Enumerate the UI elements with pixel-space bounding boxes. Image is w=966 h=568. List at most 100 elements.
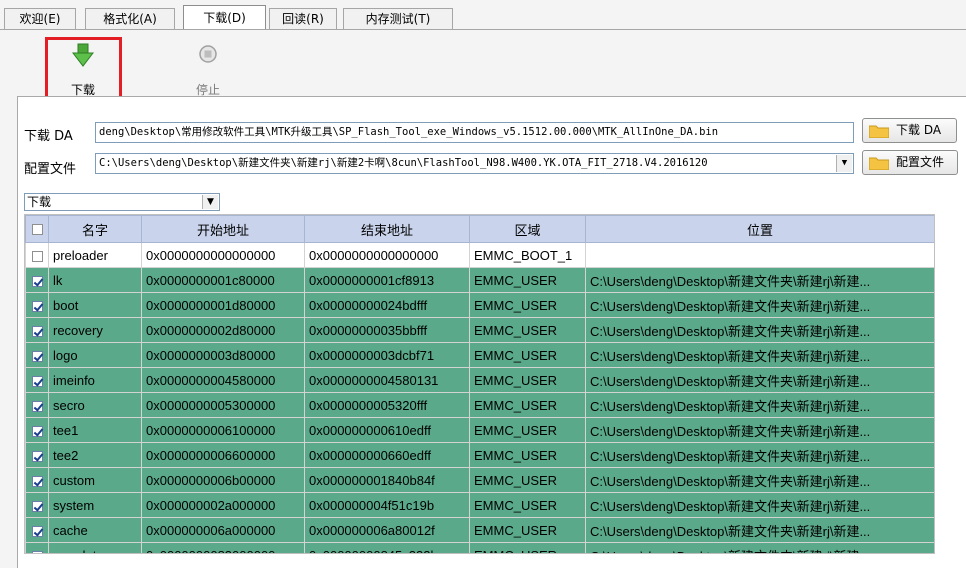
toolbar: 下载 停止 [0,30,966,98]
download-agent-button-label: 下载 DA [896,123,942,137]
cell-end: 0x000000004f51c19b [304,492,470,518]
cell-start: 0x0000000000000000 [141,242,305,268]
cell-name: preloader [48,242,142,268]
cell-name: secro [48,392,142,418]
tab-format[interactable]: 格式化(A) [85,8,175,29]
cell-location: C:\Users\deng\Desktop\新建文件夹\新建rj\新建... [585,417,934,443]
column-header-location: 位置 [585,215,934,243]
tab-download[interactable]: 下载(D) [183,5,266,30]
cell-location: C:\Users\deng\Desktop\新建文件夹\新建rj\新建... [585,442,934,468]
cell-name: system [48,492,142,518]
row-checkbox-cell[interactable] [25,367,49,393]
column-header-end: 结束地址 [304,215,470,243]
row-checkbox-cell[interactable] [25,292,49,318]
cell-name: logo [48,342,142,368]
cell-end: 0x000000000660edff [304,442,470,468]
row-checkbox[interactable] [31,400,43,412]
tab-memory-test[interactable]: 内存测试(T) [343,8,453,29]
cell-start: 0x0000000002d80000 [141,317,305,343]
stop-button[interactable]: 停止 [172,40,244,98]
row-checkbox[interactable] [31,325,43,337]
cell-start: 0x0000000006b00000 [141,467,305,493]
row-checkbox[interactable] [31,450,43,462]
row-checkbox-cell[interactable] [25,517,49,543]
cell-region: EMMC_USER [469,492,586,518]
download-agent-button[interactable]: 下载 DA [862,118,957,143]
cell-start: 0x0000000006100000 [141,417,305,443]
download-mode-select[interactable]: 下载 ▼ [24,193,220,211]
cell-name: tee2 [48,442,142,468]
row-checkbox-cell[interactable] [25,442,49,468]
table-row[interactable]: userdata0x00000000830000000x00000000845c… [25,542,934,553]
cell-end: 0x0000000000000000 [304,242,470,268]
download-mode-value: 下载 [27,195,52,209]
table-row[interactable]: cache 0x000000006a000000 0x000000006a80012… [25,517,934,543]
cell-location: C:\Users\deng\Desktop\新建文件夹\新建rj\新建... [585,367,934,393]
row-checkbox[interactable] [31,525,43,537]
cell-location: C:\Users\deng\Desktop\新建文件夹\新建rj\新建... [585,492,934,518]
table-row[interactable]: secro 0x0000000005300000 0x0000000005320ff… [25,392,934,418]
row-checkbox[interactable] [31,375,43,387]
download-agent-path-field[interactable]: deng\Desktop\常用修改软件工具\MTK升级工具\SP_Flash_T… [95,122,854,143]
cell-region: EMMC_USER [469,442,586,468]
folder-icon [869,157,889,170]
table-row[interactable]: custom 0x0000000006b00000 0x000000001840b8… [25,467,934,493]
row-checkbox-cell[interactable] [25,467,49,493]
cell-end: 0x00000000024bdfff [304,292,470,318]
row-checkbox-cell[interactable] [25,317,49,343]
table-row[interactable]: tee1 0x0000000006100000 0x000000000610edff… [25,417,934,443]
row-checkbox-cell[interactable] [25,492,49,518]
table-row[interactable]: preloader 0x0000000000000000 0x00000000000… [25,242,934,268]
row-checkbox[interactable] [31,475,43,487]
select-all-checkbox-cell[interactable] [25,215,49,243]
row-checkbox[interactable] [31,550,43,553]
cell-location: C:\Users\deng\Desktop\新建文件夹\新建rj\新建... [585,467,934,493]
table-row[interactable]: system 0x000000002a000000 0x000000004f51c1… [25,492,934,518]
table-row[interactable]: lk 0x0000000001c80000 0x0000000001cf8913 EM… [25,267,934,293]
cell-location: C:\Users\deng\Desktop\新建文件夹\新建rj\新建... [585,317,934,343]
row-checkbox-cell[interactable] [25,417,49,443]
row-checkbox[interactable] [31,425,43,437]
cell-location: C:\Users\deng\Desktop\新建文件夹\新建rj\新建... [585,342,934,368]
cell-region: EMMC_USER [469,417,586,443]
cell-region: EMMC_USER [469,342,586,368]
folder-icon [869,125,889,138]
tab-welcome[interactable]: 欢迎(E) [4,8,76,29]
table-row[interactable]: recovery 0x0000000002d80000 0x00000000035b… [25,317,934,343]
cell-region: EMMC_BOOT_1 [469,242,586,268]
table-row[interactable]: boot 0x0000000001d80000 0x00000000024bdfff… [25,292,934,318]
cell-end: 0x0000000003dcbf71 [304,342,470,368]
scatter-file-button[interactable]: 配置文件 [862,150,958,175]
select-all-checkbox[interactable] [31,223,43,235]
cell-end: 0x000000001840b84f [304,467,470,493]
cell-end: 0x00000000845c222b [304,542,470,553]
table-header-row: 名字 开始地址 结束地址 区域 位置 [25,215,934,243]
cell-region: EMMC_USER [469,317,586,343]
row-checkbox-cell[interactable] [25,267,49,293]
row-checkbox[interactable] [31,300,43,312]
row-checkbox[interactable] [31,250,43,262]
table-row[interactable]: logo 0x0000000003d80000 0x0000000003dcbf71… [25,342,934,368]
cell-name: custom [48,467,142,493]
table-row[interactable]: imeinfo 0x0000000004580000 0x0000000004580… [25,367,934,393]
row-checkbox[interactable] [31,350,43,362]
chevron-down-icon[interactable]: ▼ [202,195,218,209]
cell-region: EMMC_USER [469,267,586,293]
scatter-file-path-combo[interactable]: C:\Users\deng\Desktop\新建文件夹\新建rj\新建2卡啊\8… [95,153,854,174]
row-checkbox-cell[interactable] [25,392,49,418]
tab-readback[interactable]: 回读(R) [269,8,337,29]
row-checkbox[interactable] [31,500,43,512]
cell-name: userdata [48,542,142,553]
table-row[interactable]: tee2 0x0000000006600000 0x000000000660edff… [25,442,934,468]
row-checkbox-cell[interactable] [25,342,49,368]
partition-table: 名字 开始地址 结束地址 区域 位置 preloader 0x0000000000… [24,214,935,554]
cell-start: 0x0000000005300000 [141,392,305,418]
scatter-file-path-text: C:\Users\deng\Desktop\新建文件夹\新建rj\新建2卡啊\8… [99,157,708,169]
cell-region: EMMC_USER [469,517,586,543]
chevron-down-icon[interactable]: ▼ [836,155,852,172]
row-checkbox-cell[interactable] [25,242,49,268]
row-checkbox[interactable] [31,275,43,287]
cell-region: EMMC_USER [469,467,586,493]
row-checkbox-cell[interactable] [25,542,49,553]
cell-end: 0x000000006a80012f [304,517,470,543]
